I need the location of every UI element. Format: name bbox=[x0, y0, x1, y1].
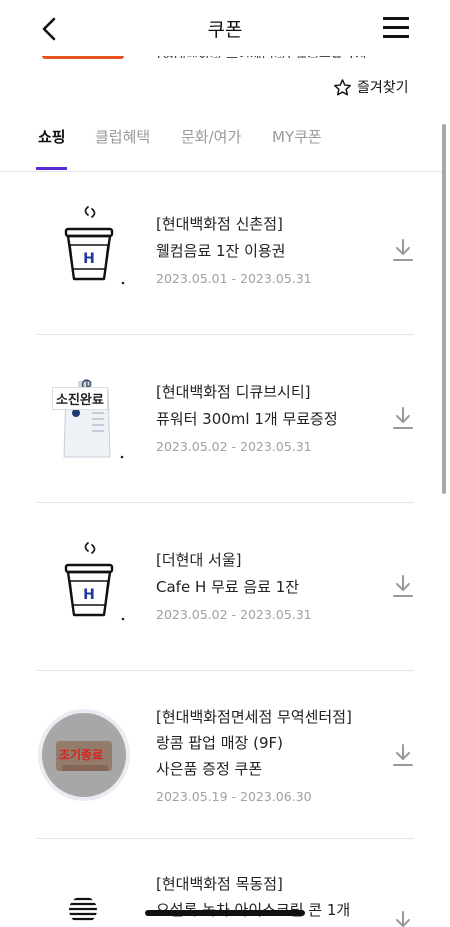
coupon-date: 2023.05.02 - 2023.05.31 bbox=[156, 607, 312, 622]
download-icon[interactable] bbox=[391, 237, 415, 263]
favorites-button[interactable]: 즐겨찾기 bbox=[333, 76, 409, 98]
coupon-item[interactable]: few 소진완료 [현대백화점 디큐브시티] 퓨워터 300ml 1개 무료증정… bbox=[36, 335, 414, 503]
coupon-name: 랑콤 팝업 매장 (9F) bbox=[156, 734, 283, 752]
star-outline-icon bbox=[334, 78, 351, 95]
favorites-label: 즐겨찾기 bbox=[357, 80, 409, 96]
coupon-store: [더현대 서울] bbox=[156, 551, 242, 569]
coupon-store: [현대백화점면세점 무역센터점] bbox=[156, 708, 352, 726]
coffee-cup-h-icon: H bbox=[64, 206, 125, 285]
tab-club-benefits[interactable]: 클럽혜택 bbox=[95, 126, 150, 147]
download-icon[interactable] bbox=[391, 573, 415, 599]
coupon-name: 웰컴음료 1잔 이용권 bbox=[156, 242, 286, 260]
app-header: 쿠폰 bbox=[0, 0, 450, 56]
home-indicator bbox=[145, 910, 305, 916]
coupon-date: 2023.05.02 - 2023.05.31 bbox=[156, 439, 312, 454]
tab-my-coupons[interactable]: MY쿠폰 bbox=[272, 126, 322, 147]
scrollbar[interactable] bbox=[442, 124, 446, 494]
coupon-name: 퓨워터 300ml 1개 무료증정 bbox=[156, 410, 338, 428]
coffee-cup-h-icon: H bbox=[64, 542, 125, 621]
early-end-badge: 조기종료 bbox=[58, 748, 104, 762]
coupon-store: [현대백화점 신촌점] bbox=[156, 215, 283, 233]
svg-text:H: H bbox=[83, 587, 95, 603]
coupon-store: [현대백화점 목동점] bbox=[156, 875, 283, 893]
download-icon[interactable] bbox=[391, 742, 415, 768]
category-tabs: 쇼핑 클럽혜택 문화/여가 MY쿠폰 bbox=[0, 120, 442, 172]
coupon-item[interactable]: H [더현대 서울] Cafe H 무료 음료 1잔 2023.05.02 - … bbox=[36, 503, 414, 671]
coupon-item[interactable]: 조기종료 [현대백화점면세점 무역센터점] 랑콤 팝업 매장 (9F) 사은품 … bbox=[36, 671, 414, 839]
coupon-name: Cafe H 무료 음료 1잔 bbox=[156, 578, 300, 596]
tab-culture-leisure[interactable]: 문화/여가 bbox=[181, 126, 241, 147]
striped-logo-image bbox=[69, 897, 97, 921]
sold-out-badge: 소진완료 bbox=[52, 387, 108, 410]
coupon-date: 2023.05.19 - 2023.06.30 bbox=[156, 789, 312, 804]
hamburger-menu-icon[interactable] bbox=[383, 17, 409, 39]
coupon-item[interactable]: H [현대백화점 신촌점] 웰컴음료 1잔 이용권 2023.05.01 - 2… bbox=[36, 167, 414, 335]
coupon-date: 2023.05.01 - 2023.05.31 bbox=[156, 271, 312, 286]
download-icon[interactable] bbox=[391, 405, 415, 431]
coupon-name-line2: 사은품 증정 쿠폰 bbox=[156, 760, 263, 778]
coupon-store: [현대백화점 디큐브시티] bbox=[156, 383, 311, 401]
tab-shopping[interactable]: 쇼핑 bbox=[38, 126, 66, 147]
svg-text:H: H bbox=[83, 251, 95, 267]
download-icon[interactable] bbox=[391, 909, 415, 927]
